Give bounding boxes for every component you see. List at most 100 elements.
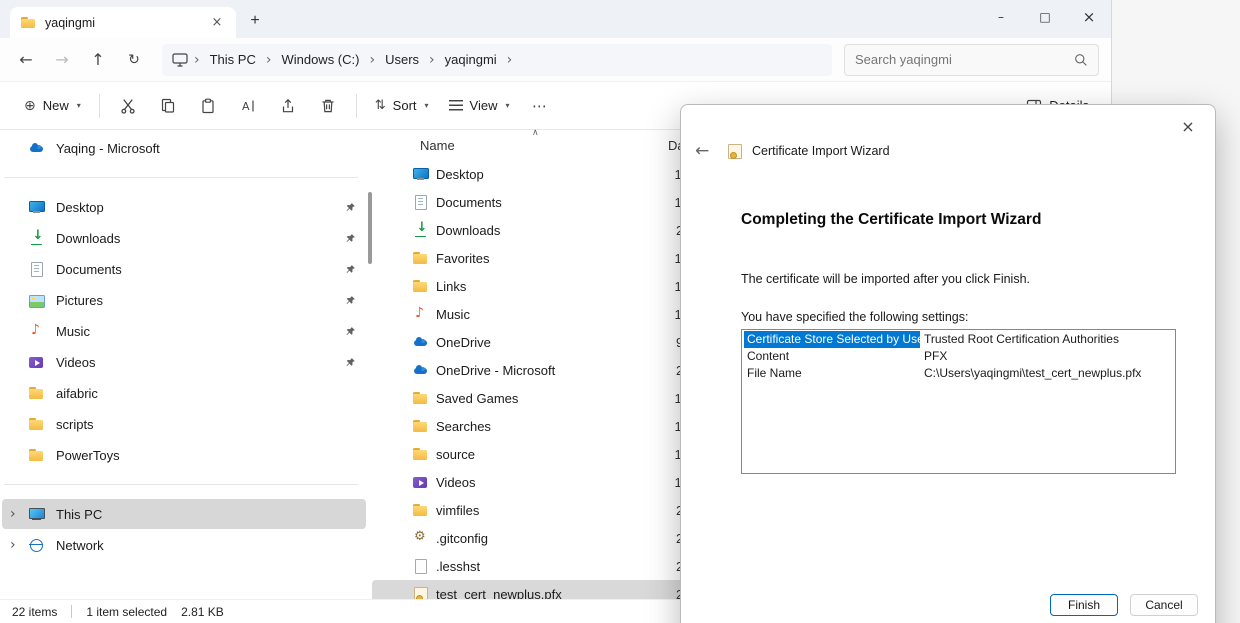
chevron-right-icon (429, 52, 435, 68)
cut-button[interactable] (108, 88, 148, 124)
navigation-bar: This PC Windows (C:) Users yaqingmi (0, 38, 1111, 82)
copy-button[interactable] (148, 88, 188, 124)
view-button[interactable]: View (439, 88, 520, 124)
search-box[interactable] (844, 44, 1099, 76)
sidebar-item-scripts[interactable]: scripts (2, 409, 366, 439)
desktop-icon (28, 199, 45, 215)
onedrive-icon (28, 140, 45, 156)
window-close-icon[interactable] (1067, 0, 1111, 34)
sidebar-item-downloads[interactable]: Downloads (2, 223, 366, 253)
file-row[interactable]: Music 11 (372, 300, 688, 328)
more-options-icon[interactable] (520, 88, 560, 124)
file-row[interactable]: Documents 11 (372, 188, 688, 216)
rename-icon: A (240, 98, 256, 114)
chevron-down-icon (425, 101, 429, 110)
pictures-icon (28, 292, 45, 308)
up-icon[interactable] (82, 44, 114, 76)
sidebar-item-videos[interactable]: Videos (2, 347, 366, 377)
setting-key: File Name (744, 365, 920, 382)
sidebar-item-pictures[interactable]: Pictures (2, 285, 366, 315)
file-row[interactable]: Searches 11 (372, 412, 688, 440)
thispc-icon (28, 506, 45, 522)
pin-icon (345, 202, 356, 213)
sidebar-item-powertoys[interactable]: PowerToys (2, 440, 366, 470)
file-row[interactable]: vimfiles 2/ (372, 496, 688, 524)
sidebar-item-network[interactable]: Network (2, 530, 366, 560)
breadcrumb-users[interactable]: Users (381, 50, 423, 69)
file-row[interactable]: OneDrive - Microsoft 2/ (372, 356, 688, 384)
network-icon (28, 537, 45, 553)
folder-icon (20, 15, 37, 31)
column-header-name[interactable]: Name (420, 138, 455, 153)
rename-button[interactable]: A (228, 88, 268, 124)
sidebar-item-aifabric[interactable]: aifabric (2, 378, 366, 408)
delete-button[interactable] (308, 88, 348, 124)
sort-icon (375, 98, 386, 113)
file-row[interactable]: Desktop 11 (372, 160, 688, 188)
new-tab-button[interactable]: + (242, 8, 268, 34)
file-row[interactable]: .lesshst 2/ (372, 552, 688, 580)
sidebar-item-desktop[interactable]: Desktop (2, 192, 366, 222)
explorer-tab[interactable]: yaqingmi (10, 7, 236, 38)
folder-icon (412, 250, 429, 266)
cancel-button[interactable]: Cancel (1130, 594, 1198, 616)
dialog-footer: Finish Cancel (1050, 594, 1198, 616)
share-button[interactable] (268, 88, 308, 124)
folder-icon (412, 418, 429, 434)
close-icon[interactable] (1173, 111, 1203, 141)
new-button[interactable]: New (14, 88, 91, 124)
sidebar-item-this-pc[interactable]: This PC (2, 499, 366, 529)
chevron-expand-icon[interactable] (10, 506, 16, 522)
breadcrumb-this-pc[interactable]: This PC (206, 50, 260, 69)
pin-icon (345, 264, 356, 275)
paste-icon (200, 98, 216, 114)
chevron-right-icon (194, 52, 200, 68)
breadcrumb-yaqingmi[interactable]: yaqingmi (441, 50, 501, 69)
chevron-expand-icon[interactable] (10, 537, 16, 553)
back-icon[interactable] (10, 44, 42, 76)
file-row[interactable]: source 11 (372, 440, 688, 468)
tab-strip: yaqingmi + (0, 0, 1111, 38)
search-input[interactable] (855, 52, 1074, 67)
breadcrumb-windows-c[interactable]: Windows (C:) (277, 50, 363, 69)
sort-button[interactable]: Sort (365, 88, 439, 124)
dialog-header: Certificate Import Wizard (695, 141, 1215, 161)
share-icon (280, 98, 296, 114)
file-row[interactable]: Videos 11 (372, 468, 688, 496)
paste-button[interactable] (188, 88, 228, 124)
item-count: 22 items (12, 605, 57, 619)
refresh-icon[interactable] (118, 44, 150, 76)
onedrive-icon (412, 334, 429, 350)
sidebar-item-onedrive-account[interactable]: Yaqing - Microsoft (2, 133, 366, 163)
music-icon (28, 323, 45, 339)
divider (4, 177, 358, 178)
pin-icon (345, 233, 356, 244)
file-row[interactable]: Saved Games 11 (372, 384, 688, 412)
tab-close-icon[interactable] (208, 14, 226, 32)
file-row[interactable]: .gitconfig 2/ (372, 524, 688, 552)
sidebar-item-documents[interactable]: Documents (2, 254, 366, 284)
finish-button[interactable]: Finish (1050, 594, 1118, 616)
dialog-title: Certificate Import Wizard (752, 144, 890, 158)
view-icon (449, 100, 463, 111)
selection-status: 1 item selected (86, 605, 167, 619)
setting-row-filename[interactable]: File Name C:\Users\yaqingmi\test_cert_ne… (744, 365, 1173, 382)
setting-row-content[interactable]: Content PFX (744, 348, 1173, 365)
minimize-icon[interactable] (979, 0, 1023, 34)
back-arrow-icon[interactable] (695, 141, 717, 161)
setting-row-store[interactable]: Certificate Store Selected by User Trust… (744, 331, 1173, 348)
gear-icon (412, 530, 429, 546)
chevron-right-icon (266, 52, 272, 68)
certificate-import-wizard-dialog: Certificate Import Wizard Completing the… (680, 104, 1216, 623)
maximize-icon[interactable] (1023, 0, 1067, 34)
settings-listview[interactable]: Certificate Store Selected by User Trust… (741, 329, 1176, 474)
address-bar[interactable]: This PC Windows (C:) Users yaqingmi (162, 44, 832, 76)
sidebar-item-music[interactable]: Music (2, 316, 366, 346)
file-row[interactable]: Favorites 11 (372, 244, 688, 272)
file-row[interactable]: Links 11 (372, 272, 688, 300)
file-row[interactable]: Downloads 2/ (372, 216, 688, 244)
file-row[interactable]: OneDrive 9/ (372, 328, 688, 356)
forward-icon[interactable] (46, 44, 78, 76)
sort-ascending-icon (532, 128, 539, 138)
folder-icon (412, 446, 429, 462)
